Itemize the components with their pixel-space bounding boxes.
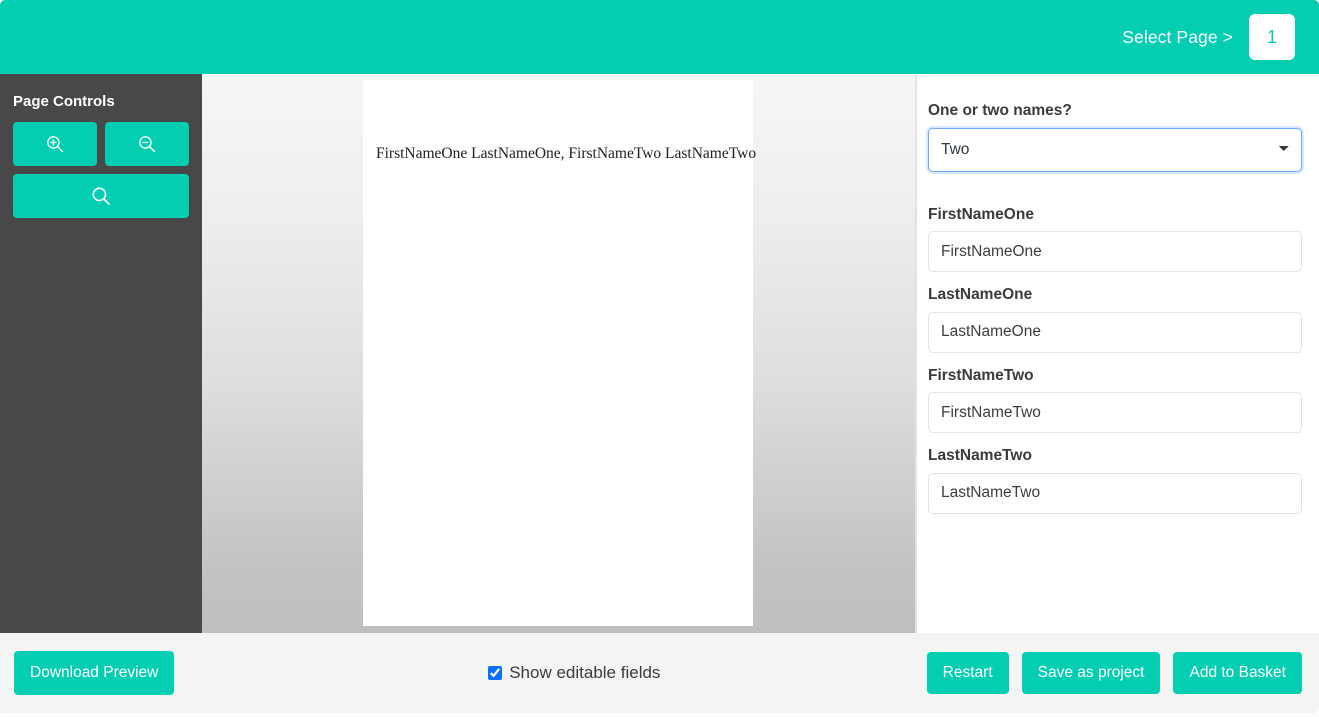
app-root: Select Page > 1 Page Controls FirstNameO… xyxy=(0,0,1319,717)
lastnametwo-label: LastNameTwo xyxy=(928,447,1032,465)
footer-center: Show editable fields xyxy=(202,663,927,683)
magnifier-plus-icon xyxy=(45,134,65,154)
firstnameone-label: FirstNameOne xyxy=(928,205,1034,223)
field-group-question: One or two names? Two xyxy=(926,102,1304,206)
lastnametwo-input[interactable] xyxy=(928,472,1302,514)
field-group-lastnametwo: LastNameTwo xyxy=(928,447,1302,528)
show-editable-fields-checkbox[interactable] xyxy=(488,666,503,680)
restart-button[interactable]: Restart xyxy=(926,652,1009,694)
field-group-lastnameone: LastNameOne xyxy=(928,286,1302,367)
footer-left: Download Preview xyxy=(0,651,202,695)
show-editable-fields-toggle[interactable]: Show editable fields xyxy=(488,663,660,683)
footer-actions: Restart Save as project Add to Basket xyxy=(926,652,1319,694)
page-controls-sidebar: Page Controls xyxy=(0,74,202,633)
preview-page[interactable]: FirstNameOne LastNameOne, FirstNameTwo L… xyxy=(363,80,757,626)
zoom-in-button[interactable] xyxy=(13,122,97,166)
save-as-project-button[interactable]: Save as project xyxy=(1021,652,1161,694)
app-header: Select Page > 1 xyxy=(0,0,1319,74)
search-icon xyxy=(90,185,112,207)
zoom-out-button[interactable] xyxy=(105,122,189,166)
add-to-basket-button[interactable]: Add to Basket xyxy=(1173,652,1302,694)
download-preview-button[interactable]: Download Preview xyxy=(14,651,175,695)
document-preview-area[interactable]: FirstNameOne LastNameOne, FirstNameTwo L… xyxy=(202,74,915,633)
question-label: One or two names? xyxy=(928,102,1072,119)
field-group-firstnametwo: FirstNameTwo xyxy=(928,367,1302,448)
firstnameone-input[interactable] xyxy=(928,231,1302,273)
lastnameone-label: LastNameOne xyxy=(928,286,1033,304)
personalisation-form: One or two names? Two FirstNameOne LastN… xyxy=(917,74,1319,633)
firstnametwo-label: FirstNameTwo xyxy=(928,366,1034,384)
select-page-label: Select Page > xyxy=(1122,26,1233,47)
app-footer: Download Preview Show editable fields Re… xyxy=(0,633,1319,713)
preview-document-text: FirstNameOne LastNameOne, FirstNameTwo L… xyxy=(376,145,757,162)
field-group-firstnameone: FirstNameOne xyxy=(928,206,1302,287)
page-number-value: 1 xyxy=(1266,26,1277,47)
magnifier-minus-icon xyxy=(137,134,157,154)
names-count-select[interactable]: Two xyxy=(926,125,1304,174)
show-editable-fields-label: Show editable fields xyxy=(509,663,661,682)
page-controls-title: Page Controls xyxy=(13,93,115,110)
lastnameone-input[interactable] xyxy=(928,311,1302,353)
zoom-button-row xyxy=(13,122,189,166)
firstnametwo-input[interactable] xyxy=(928,392,1302,434)
zoom-reset-button[interactable] xyxy=(13,174,189,218)
page-number-box[interactable]: 1 xyxy=(1249,14,1295,60)
main-content: Page Controls FirstNameOne LastNameOne, … xyxy=(0,74,1319,633)
